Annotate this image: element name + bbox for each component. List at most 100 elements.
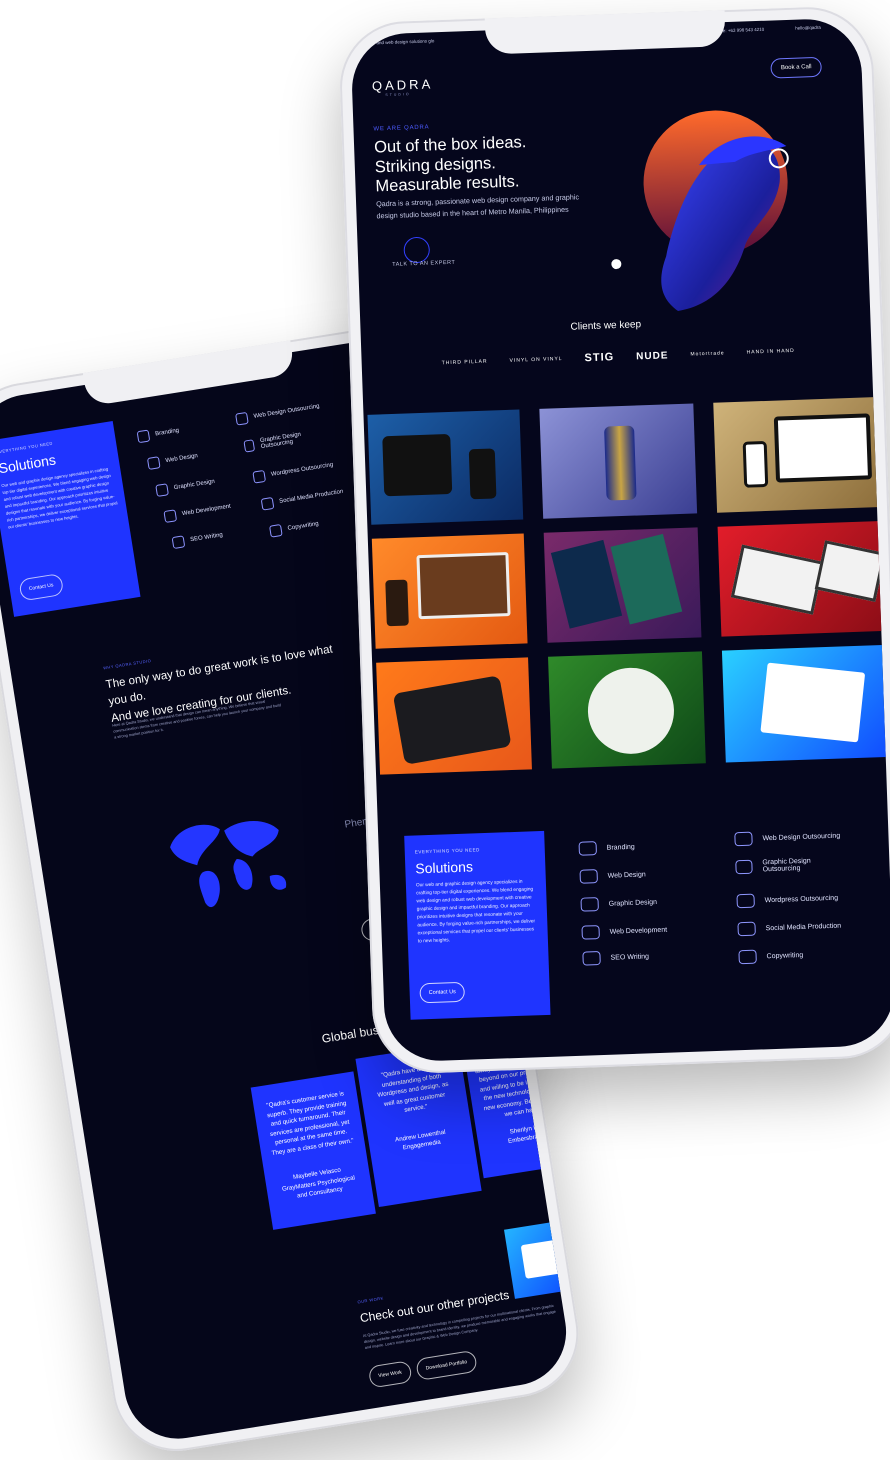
- back-service-label: Web Development: [181, 503, 232, 518]
- can-preview: [604, 425, 637, 501]
- portfolio-tile-can[interactable]: [539, 403, 698, 519]
- qadra-logo[interactable]: QADRA: [372, 76, 434, 93]
- service-graphic-design[interactable]: Graphic Design: [580, 895, 657, 912]
- back-service-social-media[interactable]: Social Media Production: [260, 486, 345, 511]
- service-label: Social Media Production: [765, 922, 842, 932]
- portfolio-tile-desktop[interactable]: [713, 396, 888, 513]
- front-phone-mockup: graphic and web design solutions glo de:…: [337, 5, 890, 1075]
- service-label: Branding: [606, 843, 635, 852]
- book-a-call-button[interactable]: Book a Call: [770, 56, 822, 79]
- graphic-design-icon: [580, 897, 599, 912]
- seo-icon: [171, 535, 186, 550]
- solutions-eyebrow: EVERYTHING YOU NEED: [414, 847, 481, 855]
- client-logo-nude: NUDE: [635, 349, 669, 362]
- service-label: Web Development: [609, 926, 668, 936]
- service-label: Wordpress Outsourcing: [764, 894, 839, 904]
- back-service-copywriting[interactable]: Copywriting: [269, 518, 320, 538]
- topbar-tagline: graphic and web design solutions glo: [360, 38, 435, 46]
- portfolio-tile-green[interactable]: [548, 651, 706, 769]
- service-web-development[interactable]: Web Development: [581, 923, 667, 940]
- back-service-graphic-design[interactable]: Graphic Design: [155, 476, 216, 497]
- service-social-media[interactable]: Social Media Production: [737, 919, 841, 937]
- service-web-outsourcing[interactable]: Web Design Outsourcing: [734, 829, 840, 847]
- back-service-graphic-outsourcing[interactable]: Graphic Design Outsourcing: [243, 428, 324, 453]
- branding-icon: [578, 841, 597, 856]
- web-design-icon: [579, 869, 598, 884]
- code-icon: [163, 509, 178, 524]
- world-map-icon: [170, 821, 287, 908]
- solutions-card: EVERYTHING YOU NEED Solutions Our web an…: [404, 830, 551, 1020]
- laptop-preview: [814, 540, 886, 602]
- client-logo-third-pillar: THIRD PILLAR: [441, 358, 488, 367]
- service-seo-writing[interactable]: SEO Writing: [582, 949, 650, 966]
- phone-preview: [742, 440, 769, 488]
- copywriting-icon: [269, 523, 283, 538]
- back-solutions-body: Our web and graphic design agency specia…: [1, 466, 118, 530]
- back-service-seo-writing[interactable]: SEO Writing: [171, 529, 224, 550]
- clients-title: Clients we keep: [570, 319, 642, 333]
- testimonial-quote: "Qadra's customer service is superb. The…: [265, 1090, 355, 1157]
- solutions-body: Our web and graphic design agency specia…: [415, 879, 536, 945]
- back-service-web-design[interactable]: Web Design: [146, 450, 199, 470]
- service-graphic-outsourcing[interactable]: Graphic Design Outsourcing: [735, 856, 845, 875]
- pen-icon: [735, 859, 753, 875]
- laptop-preview: [520, 1237, 574, 1279]
- portfolio-grid: [363, 396, 890, 775]
- back-service-label: Wordpress Outsourcing: [270, 462, 334, 478]
- code-icon: [581, 925, 600, 940]
- wordpress-icon: [736, 893, 755, 909]
- back-project-thumbnail[interactable]: [504, 1217, 574, 1299]
- social-media-icon: [737, 921, 756, 937]
- graphic-design-icon: [155, 483, 169, 497]
- seo-icon: [582, 951, 601, 966]
- back-service-label: Graphic Design: [173, 478, 216, 492]
- qadra-logo-sub: STUDIO: [385, 92, 411, 98]
- service-label: SEO Writing: [610, 952, 650, 962]
- solutions-title: Solutions: [415, 858, 474, 877]
- service-wordpress[interactable]: Wordpress Outsourcing: [736, 891, 838, 909]
- service-copywriting[interactable]: Copywriting: [738, 948, 804, 965]
- hero-eyebrow: WE ARE QADRA: [373, 124, 430, 133]
- back-service-web-development[interactable]: Web Development: [163, 501, 232, 524]
- hero-headline: Out of the box ideas. Striking designs. …: [374, 131, 596, 197]
- back-service-label: SEO Writing: [189, 532, 224, 544]
- back-view-work-button[interactable]: View Work: [367, 1360, 413, 1389]
- back-solutions-card: EVERYTHING YOU NEED Solutions Our web an…: [0, 420, 141, 617]
- service-web-design[interactable]: Web Design: [579, 867, 646, 884]
- monitor-preview: [773, 413, 873, 483]
- portfolio-tile-laptops[interactable]: [717, 520, 890, 637]
- monitor-preview: [416, 552, 511, 620]
- copywriting-icon: [738, 949, 757, 965]
- service-label: Web Design: [607, 870, 646, 880]
- portfolio-tile-the-team[interactable]: [376, 657, 532, 775]
- contact-us-button[interactable]: Contact Us: [419, 981, 466, 1004]
- topbar-phone[interactable]: de: +63 998 543 4210: [720, 27, 764, 34]
- back-service-branding[interactable]: Branding: [136, 425, 180, 444]
- phone-preview: [385, 579, 409, 627]
- back-download-portfolio-button[interactable]: Download Portfolio: [415, 1349, 478, 1381]
- back-contact-button[interactable]: Contact Us: [18, 573, 64, 602]
- back-why-eyebrow: WHY QADRA STUDIO: [102, 657, 152, 671]
- portfolio-tile-bliss-bean[interactable]: [543, 527, 702, 643]
- client-logo-motortrade: Motortrade: [690, 350, 725, 358]
- service-branding[interactable]: Branding: [578, 840, 635, 856]
- service-label: Copywriting: [766, 951, 804, 960]
- round-preview: [586, 666, 676, 756]
- topbar-email[interactable]: hello@qadra: [795, 25, 821, 31]
- globe-icon: [235, 411, 249, 426]
- service-label: Web Design Outsourcing: [762, 832, 841, 842]
- portfolio-tile-goodwill[interactable]: [371, 533, 528, 649]
- client-logo-stig: STIG: [584, 351, 615, 365]
- service-label: Graphic Design Outsourcing: [762, 857, 811, 874]
- back-testimonial-card: "Qadra's customer service is superb. The…: [250, 1071, 376, 1230]
- client-logo-vinyl: VINYL ON VINYL: [509, 356, 563, 364]
- talk-to-expert-link[interactable]: TALK TO AN EXPERT: [392, 260, 455, 268]
- portfolio-tile-blue[interactable]: [721, 644, 890, 763]
- tablet-preview: [392, 675, 512, 765]
- pen-icon: [243, 439, 256, 453]
- portfolio-tile-tablet[interactable]: [367, 409, 524, 525]
- back-service-web-outsourcing[interactable]: Web Design Outsourcing: [235, 401, 320, 426]
- back-service-label: Graphic Design Outsourcing: [259, 431, 302, 451]
- tablet-preview: [382, 433, 453, 497]
- back-service-wordpress[interactable]: Wordpress Outsourcing: [252, 459, 334, 484]
